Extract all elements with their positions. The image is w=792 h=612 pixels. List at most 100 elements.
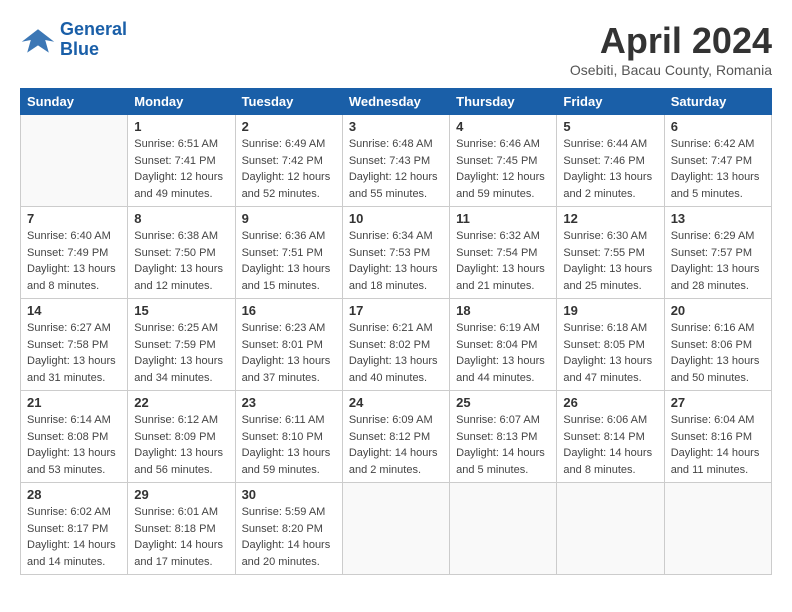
day-detail: Sunrise: 6:34 AMSunset: 7:53 PMDaylight:… [349,228,443,294]
day-number: 26 [563,395,657,410]
day-number: 25 [456,395,550,410]
day-number: 3 [349,119,443,134]
month-title: April 2024 [570,20,772,62]
calendar-week-row: 28 Sunrise: 6:02 AMSunset: 8:17 PMDaylig… [21,483,772,575]
calendar-cell: 7 Sunrise: 6:40 AMSunset: 7:49 PMDayligh… [21,207,128,299]
day-detail: Sunrise: 6:21 AMSunset: 8:02 PMDaylight:… [349,320,443,386]
day-number: 16 [242,303,336,318]
day-number: 24 [349,395,443,410]
calendar-cell: 19 Sunrise: 6:18 AMSunset: 8:05 PMDaylig… [557,299,664,391]
day-detail: Sunrise: 6:46 AMSunset: 7:45 PMDaylight:… [456,136,550,202]
calendar-cell: 30 Sunrise: 5:59 AMSunset: 8:20 PMDaylig… [235,483,342,575]
title-block: April 2024 Osebiti, Bacau County, Romani… [570,20,772,78]
calendar-cell: 17 Sunrise: 6:21 AMSunset: 8:02 PMDaylig… [342,299,449,391]
calendar-cell: 12 Sunrise: 6:30 AMSunset: 7:55 PMDaylig… [557,207,664,299]
weekday-header: Saturday [664,89,771,115]
weekday-header-row: SundayMondayTuesdayWednesdayThursdayFrid… [21,89,772,115]
calendar-cell: 14 Sunrise: 6:27 AMSunset: 7:58 PMDaylig… [21,299,128,391]
day-detail: Sunrise: 6:02 AMSunset: 8:17 PMDaylight:… [27,504,121,570]
calendar-cell: 10 Sunrise: 6:34 AMSunset: 7:53 PMDaylig… [342,207,449,299]
weekday-header: Friday [557,89,664,115]
day-detail: Sunrise: 6:07 AMSunset: 8:13 PMDaylight:… [456,412,550,478]
calendar-table: SundayMondayTuesdayWednesdayThursdayFrid… [20,88,772,575]
day-detail: Sunrise: 6:29 AMSunset: 7:57 PMDaylight:… [671,228,765,294]
day-detail: Sunrise: 6:30 AMSunset: 7:55 PMDaylight:… [563,228,657,294]
day-number: 9 [242,211,336,226]
day-detail: Sunrise: 6:48 AMSunset: 7:43 PMDaylight:… [349,136,443,202]
day-number: 27 [671,395,765,410]
day-detail: Sunrise: 6:32 AMSunset: 7:54 PMDaylight:… [456,228,550,294]
day-detail: Sunrise: 6:04 AMSunset: 8:16 PMDaylight:… [671,412,765,478]
day-number: 5 [563,119,657,134]
day-detail: Sunrise: 6:36 AMSunset: 7:51 PMDaylight:… [242,228,336,294]
logo-bird-icon [20,22,56,58]
calendar-cell: 26 Sunrise: 6:06 AMSunset: 8:14 PMDaylig… [557,391,664,483]
calendar-week-row: 21 Sunrise: 6:14 AMSunset: 8:08 PMDaylig… [21,391,772,483]
day-detail: Sunrise: 6:14 AMSunset: 8:08 PMDaylight:… [27,412,121,478]
calendar-cell: 21 Sunrise: 6:14 AMSunset: 8:08 PMDaylig… [21,391,128,483]
location-subtitle: Osebiti, Bacau County, Romania [570,62,772,78]
day-detail: Sunrise: 6:09 AMSunset: 8:12 PMDaylight:… [349,412,443,478]
calendar-cell: 25 Sunrise: 6:07 AMSunset: 8:13 PMDaylig… [450,391,557,483]
day-detail: Sunrise: 6:40 AMSunset: 7:49 PMDaylight:… [27,228,121,294]
calendar-cell: 24 Sunrise: 6:09 AMSunset: 8:12 PMDaylig… [342,391,449,483]
day-detail: Sunrise: 6:19 AMSunset: 8:04 PMDaylight:… [456,320,550,386]
day-number: 23 [242,395,336,410]
day-detail: Sunrise: 5:59 AMSunset: 8:20 PMDaylight:… [242,504,336,570]
day-number: 7 [27,211,121,226]
day-number: 12 [563,211,657,226]
calendar-cell: 29 Sunrise: 6:01 AMSunset: 8:18 PMDaylig… [128,483,235,575]
calendar-cell: 11 Sunrise: 6:32 AMSunset: 7:54 PMDaylig… [450,207,557,299]
day-number: 11 [456,211,550,226]
day-detail: Sunrise: 6:38 AMSunset: 7:50 PMDaylight:… [134,228,228,294]
day-detail: Sunrise: 6:51 AMSunset: 7:41 PMDaylight:… [134,136,228,202]
day-number: 8 [134,211,228,226]
day-number: 29 [134,487,228,502]
day-detail: Sunrise: 6:27 AMSunset: 7:58 PMDaylight:… [27,320,121,386]
day-number: 1 [134,119,228,134]
day-detail: Sunrise: 6:25 AMSunset: 7:59 PMDaylight:… [134,320,228,386]
day-detail: Sunrise: 6:42 AMSunset: 7:47 PMDaylight:… [671,136,765,202]
day-detail: Sunrise: 6:44 AMSunset: 7:46 PMDaylight:… [563,136,657,202]
day-number: 21 [27,395,121,410]
day-detail: Sunrise: 6:01 AMSunset: 8:18 PMDaylight:… [134,504,228,570]
day-number: 30 [242,487,336,502]
day-detail: Sunrise: 6:06 AMSunset: 8:14 PMDaylight:… [563,412,657,478]
day-number: 15 [134,303,228,318]
logo-line1: General [60,19,127,39]
weekday-header: Sunday [21,89,128,115]
calendar-cell: 6 Sunrise: 6:42 AMSunset: 7:47 PMDayligh… [664,115,771,207]
calendar-week-row: 1 Sunrise: 6:51 AMSunset: 7:41 PMDayligh… [21,115,772,207]
day-number: 28 [27,487,121,502]
calendar-cell: 5 Sunrise: 6:44 AMSunset: 7:46 PMDayligh… [557,115,664,207]
calendar-cell: 13 Sunrise: 6:29 AMSunset: 7:57 PMDaylig… [664,207,771,299]
day-number: 18 [456,303,550,318]
calendar-cell [450,483,557,575]
day-number: 19 [563,303,657,318]
calendar-cell: 22 Sunrise: 6:12 AMSunset: 8:09 PMDaylig… [128,391,235,483]
calendar-cell: 28 Sunrise: 6:02 AMSunset: 8:17 PMDaylig… [21,483,128,575]
day-detail: Sunrise: 6:12 AMSunset: 8:09 PMDaylight:… [134,412,228,478]
day-number: 6 [671,119,765,134]
day-number: 4 [456,119,550,134]
logo-text: General Blue [60,20,127,60]
page-header: General Blue April 2024 Osebiti, Bacau C… [20,20,772,78]
day-detail: Sunrise: 6:16 AMSunset: 8:06 PMDaylight:… [671,320,765,386]
weekday-header: Wednesday [342,89,449,115]
calendar-cell: 3 Sunrise: 6:48 AMSunset: 7:43 PMDayligh… [342,115,449,207]
calendar-cell [21,115,128,207]
calendar-cell: 2 Sunrise: 6:49 AMSunset: 7:42 PMDayligh… [235,115,342,207]
day-number: 10 [349,211,443,226]
calendar-cell [342,483,449,575]
logo: General Blue [20,20,127,60]
weekday-header: Monday [128,89,235,115]
calendar-cell: 4 Sunrise: 6:46 AMSunset: 7:45 PMDayligh… [450,115,557,207]
day-number: 22 [134,395,228,410]
day-detail: Sunrise: 6:11 AMSunset: 8:10 PMDaylight:… [242,412,336,478]
calendar-week-row: 14 Sunrise: 6:27 AMSunset: 7:58 PMDaylig… [21,299,772,391]
day-number: 2 [242,119,336,134]
calendar-cell [557,483,664,575]
logo-line2: Blue [60,39,99,59]
calendar-week-row: 7 Sunrise: 6:40 AMSunset: 7:49 PMDayligh… [21,207,772,299]
day-detail: Sunrise: 6:49 AMSunset: 7:42 PMDaylight:… [242,136,336,202]
